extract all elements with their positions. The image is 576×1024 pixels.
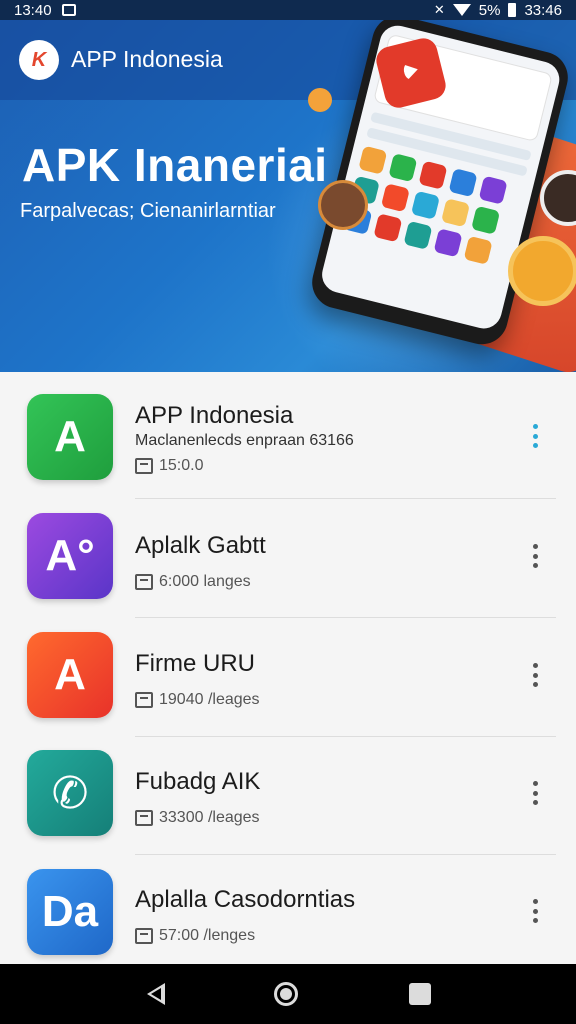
downloads-icon <box>135 692 153 708</box>
app-meta: 57:00 /lenges <box>135 927 255 945</box>
app-title: APP Indonesia <box>135 402 294 429</box>
downloads-icon <box>135 458 153 474</box>
app-icon-glyph: A° <box>45 531 95 580</box>
list-item[interactable]: Da Aplalla Casodorntias 57:00 /lenges <box>0 847 576 965</box>
app-title: Aplalla Casodorntias <box>135 886 356 913</box>
app-title: Aplalk Gabtt <box>135 532 266 559</box>
logo-icon: K <box>31 48 47 71</box>
app-description: Maclanenlecds enpraan 63166 <box>135 432 354 449</box>
list-item[interactable]: ✆ Fubadg AIK 33300 /leages <box>0 728 576 855</box>
hero-banner: K APP Indonesia APK Inaneriai Farpalveca… <box>0 20 576 372</box>
orange-star-app-icon[interactable]: A <box>27 632 113 718</box>
battery-percent: 5% <box>478 1 501 19</box>
blue-da-app-icon[interactable]: Da <box>27 869 113 955</box>
orange-bubble-icon <box>308 88 332 112</box>
avatar-bubble <box>508 236 576 306</box>
home-icon[interactable] <box>273 982 298 1006</box>
app-meta-text: 19040 /leages <box>159 691 260 708</box>
status-right-text: 33:46 <box>524 1 562 19</box>
mute-icon: ✕ <box>433 2 445 17</box>
app-meta: 33300 /leages <box>135 809 260 827</box>
battery-icon <box>508 3 517 17</box>
app-title: Fubadg AIK <box>135 768 261 795</box>
app-meta-text: 57:00 /lenges <box>159 927 256 944</box>
hero-title: APK Inaneriai <box>22 139 328 191</box>
app-meta: 6:000 langes <box>135 573 251 591</box>
app-meta-text: 15:0.0 <box>159 457 204 474</box>
app-icon-glyph: A <box>54 650 86 699</box>
list-item[interactable]: A APP Indonesia Maclanenlecds enpraan 63… <box>0 372 576 499</box>
app-list: A APP Indonesia Maclanenlecds enpraan 63… <box>0 372 576 964</box>
wifi-icon <box>452 4 471 16</box>
back-icon[interactable] <box>145 983 166 1005</box>
list-item[interactable]: A Firme URU 19040 /leages <box>0 610 576 737</box>
notification-icon <box>61 4 76 16</box>
teal-phone-app-icon[interactable]: ✆ <box>27 750 113 836</box>
app-icon-glyph: Da <box>41 887 99 936</box>
more-options-icon[interactable] <box>532 781 538 805</box>
more-options-icon[interactable] <box>532 544 538 568</box>
list-item[interactable]: A° Aplalk Gabtt 6:000 langes <box>0 491 576 618</box>
app-logo[interactable]: K <box>19 40 59 80</box>
recent-apps-icon[interactable] <box>408 983 431 1005</box>
app-meta: 15:0.0 <box>135 457 203 475</box>
downloads-icon <box>135 574 153 590</box>
hero-subtitle: Farpalvecas; Cienanirlarntiar <box>20 200 276 222</box>
app-meta-text: 6:000 langes <box>159 573 251 590</box>
downloads-icon <box>135 928 153 944</box>
navigation-bar <box>0 964 576 1024</box>
more-options-icon[interactable] <box>532 663 538 687</box>
status-right: ✕ 5% 33:46 <box>434 2 562 19</box>
more-options-icon[interactable] <box>532 424 538 448</box>
status-time: 13:40 <box>14 1 52 19</box>
more-options-icon[interactable] <box>532 899 538 923</box>
downloads-icon <box>135 810 153 826</box>
app-icon-glyph: A <box>54 412 86 461</box>
status-bar: 13:40 ✕ 5% 33:46 <box>0 0 576 20</box>
purple-ao-app-icon[interactable]: A° <box>27 513 113 599</box>
app-meta-text: 33300 /leages <box>159 809 260 826</box>
app-title: Firme URU <box>135 650 255 677</box>
app-icon-glyph: ✆ <box>51 768 89 818</box>
app-title: APP Indonesia <box>71 46 223 72</box>
green-a-app-icon[interactable]: A <box>27 394 113 480</box>
app-meta: 19040 /leages <box>135 691 260 709</box>
status-left: 13:40 <box>14 2 76 19</box>
